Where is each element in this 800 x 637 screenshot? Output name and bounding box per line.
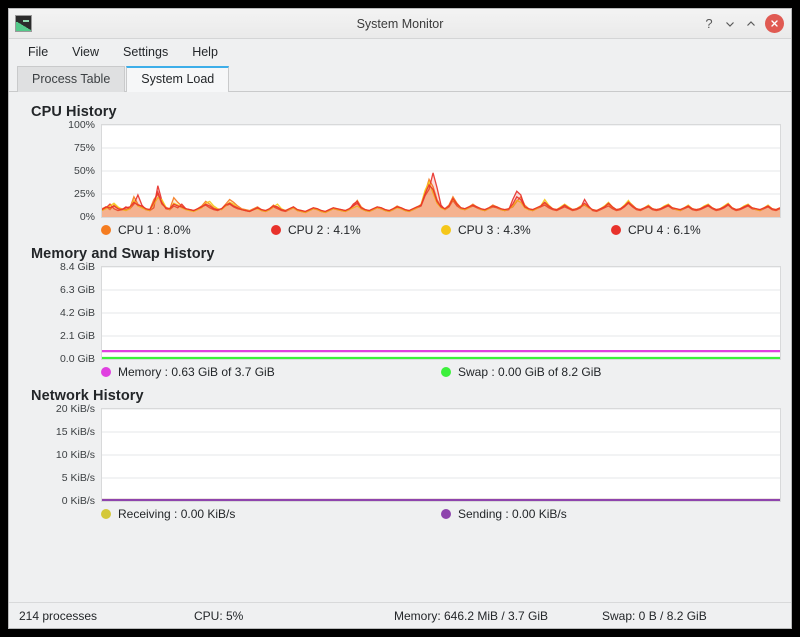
close-icon <box>769 18 780 29</box>
legend-color-dot <box>101 509 111 519</box>
network-history-svg <box>102 409 780 501</box>
memory-legend: Memory : 0.63 GiB of 3.7 GiB Swap : 0.00 … <box>19 365 781 379</box>
legend-label: Swap : 0.00 GiB of 8.2 GiB <box>458 365 601 379</box>
window-controls: ? <box>699 14 791 34</box>
menubar: File View Settings Help <box>9 39 791 65</box>
legend-label: CPU 4 : 6.1% <box>628 223 701 237</box>
legend-item[interactable]: CPU 3 : 4.3% <box>441 223 611 237</box>
legend-item[interactable]: Receiving : 0.00 KiB/s <box>101 507 441 521</box>
network-plot-area[interactable] <box>101 408 781 502</box>
legend-item[interactable]: CPU 1 : 8.0% <box>101 223 271 237</box>
chevron-up-icon <box>745 18 757 30</box>
tab-system-load[interactable]: System Load <box>126 66 229 92</box>
cpu-y-axis: 0%25%50%75%100% <box>19 124 101 218</box>
titlebar: System Monitor ? <box>9 9 791 39</box>
network-history-section: Network History 0 KiB/s 5 KiB/s 10 KiB/s 15… <box>19 388 781 521</box>
maximize-button[interactable] <box>741 14 761 34</box>
legend-color-dot <box>441 225 451 235</box>
legend-color-dot <box>271 225 281 235</box>
legend-label: CPU 2 : 4.1% <box>288 223 361 237</box>
cpu-plot-area[interactable] <box>101 124 781 218</box>
legend-label: Sending : 0.00 KiB/s <box>458 507 567 521</box>
memory-y-axis: 0.0 GiB2.1 GiB4.2 GiB6.3 GiB8.4 GiB <box>19 266 101 360</box>
network-history-ytick: 5 KiB/s <box>62 472 95 484</box>
cpu-history-ytick: 100% <box>68 119 95 131</box>
window-title: System Monitor <box>9 17 791 31</box>
memory-swap-history-ytick: 4.2 GiB <box>60 307 95 319</box>
system-monitor-icon <box>15 15 32 32</box>
cpu-history-ytick: 50% <box>74 165 95 177</box>
status-swap: Swap: 0 B / 8.2 GiB <box>602 609 707 623</box>
network-history-ytick: 10 KiB/s <box>56 449 95 461</box>
legend-item[interactable]: Memory : 0.63 GiB of 3.7 GiB <box>101 365 441 379</box>
cpu-history-ytick: 75% <box>74 142 95 154</box>
legend-color-dot <box>441 509 451 519</box>
legend-item[interactable]: Sending : 0.00 KiB/s <box>441 507 781 521</box>
help-button[interactable]: ? <box>699 14 719 34</box>
memory-swap-history-title: Memory and Swap History <box>31 246 781 262</box>
memory-chart-row: 0.0 GiB2.1 GiB4.2 GiB6.3 GiB8.4 GiB <box>19 266 781 360</box>
cpu-chart-row: 0%25%50%75%100% <box>19 124 781 218</box>
question-mark-icon: ? <box>705 17 712 30</box>
network-chart-row: 0 KiB/s5 KiB/s10 KiB/s15 KiB/s20 KiB/s <box>19 408 781 502</box>
memory-swap-history-ytick: 6.3 GiB <box>60 284 95 296</box>
legend-color-dot <box>611 225 621 235</box>
chevron-down-icon <box>724 18 736 30</box>
legend-item[interactable]: CPU 4 : 6.1% <box>611 223 781 237</box>
status-processes: 214 processes <box>19 609 194 623</box>
menu-view[interactable]: View <box>61 42 110 62</box>
legend-label: CPU 1 : 8.0% <box>118 223 191 237</box>
memory-swap-history-ytick: 2.1 GiB <box>60 330 95 342</box>
network-history-ytick: 20 KiB/s <box>56 403 95 415</box>
cpu-history-ytick: 0% <box>80 211 95 223</box>
status-cpu: CPU: 5% <box>194 609 394 623</box>
cpu-history-svg <box>102 125 780 217</box>
tabbar: Process Table System Load <box>9 65 791 92</box>
cpu-legend: CPU 1 : 8.0% CPU 2 : 4.1% CPU 3 : 4.3% CPU … <box>19 223 781 237</box>
menu-help[interactable]: Help <box>181 42 229 62</box>
legend-color-dot <box>441 367 451 377</box>
menu-settings[interactable]: Settings <box>112 42 179 62</box>
network-legend: Receiving : 0.00 KiB/s Sending : 0.00 KiB… <box>19 507 781 521</box>
memory-swap-history-section: Memory and Swap History 0.0 GiB 2.1 GiB 4.… <box>19 246 781 379</box>
cpu-history-title: CPU History <box>31 104 781 120</box>
statusbar: 214 processes CPU: 5% Memory: 646.2 MiB … <box>9 602 791 628</box>
status-memory: Memory: 646.2 MiB / 3.7 GiB <box>394 609 602 623</box>
network-history-ytick: 0 KiB/s <box>62 495 95 507</box>
legend-label: Memory : 0.63 GiB of 3.7 GiB <box>118 365 275 379</box>
legend-label: CPU 3 : 4.3% <box>458 223 531 237</box>
cpu-history-ytick: 25% <box>74 188 95 200</box>
system-load-panel: CPU History 0% 25% 50% 75% 100% CPU 1 : 8.0%… <box>9 92 791 602</box>
network-history-ytick: 15 KiB/s <box>56 426 95 438</box>
memory-swap-history-ytick: 8.4 GiB <box>60 261 95 273</box>
cpu-history-section: CPU History 0% 25% 50% 75% 100% CPU 1 : 8.0%… <box>19 104 781 237</box>
memory-swap-history-svg <box>102 267 780 359</box>
tab-process-table[interactable]: Process Table <box>17 66 125 92</box>
network-history-title: Network History <box>31 388 781 404</box>
legend-label: Receiving : 0.00 KiB/s <box>118 507 235 521</box>
legend-color-dot <box>101 367 111 377</box>
memory-plot-area[interactable] <box>101 266 781 360</box>
system-monitor-window: System Monitor ? File <box>8 8 792 629</box>
close-button[interactable] <box>765 14 784 33</box>
minimize-button[interactable] <box>720 14 740 34</box>
memory-swap-history-ytick: 0.0 GiB <box>60 353 95 365</box>
menu-file[interactable]: File <box>17 42 59 62</box>
network-y-axis: 0 KiB/s5 KiB/s10 KiB/s15 KiB/s20 KiB/s <box>19 408 101 502</box>
cpu-history-area-cpu-4 <box>102 185 780 217</box>
legend-color-dot <box>101 225 111 235</box>
legend-item[interactable]: CPU 2 : 4.1% <box>271 223 441 237</box>
legend-item[interactable]: Swap : 0.00 GiB of 8.2 GiB <box>441 365 781 379</box>
